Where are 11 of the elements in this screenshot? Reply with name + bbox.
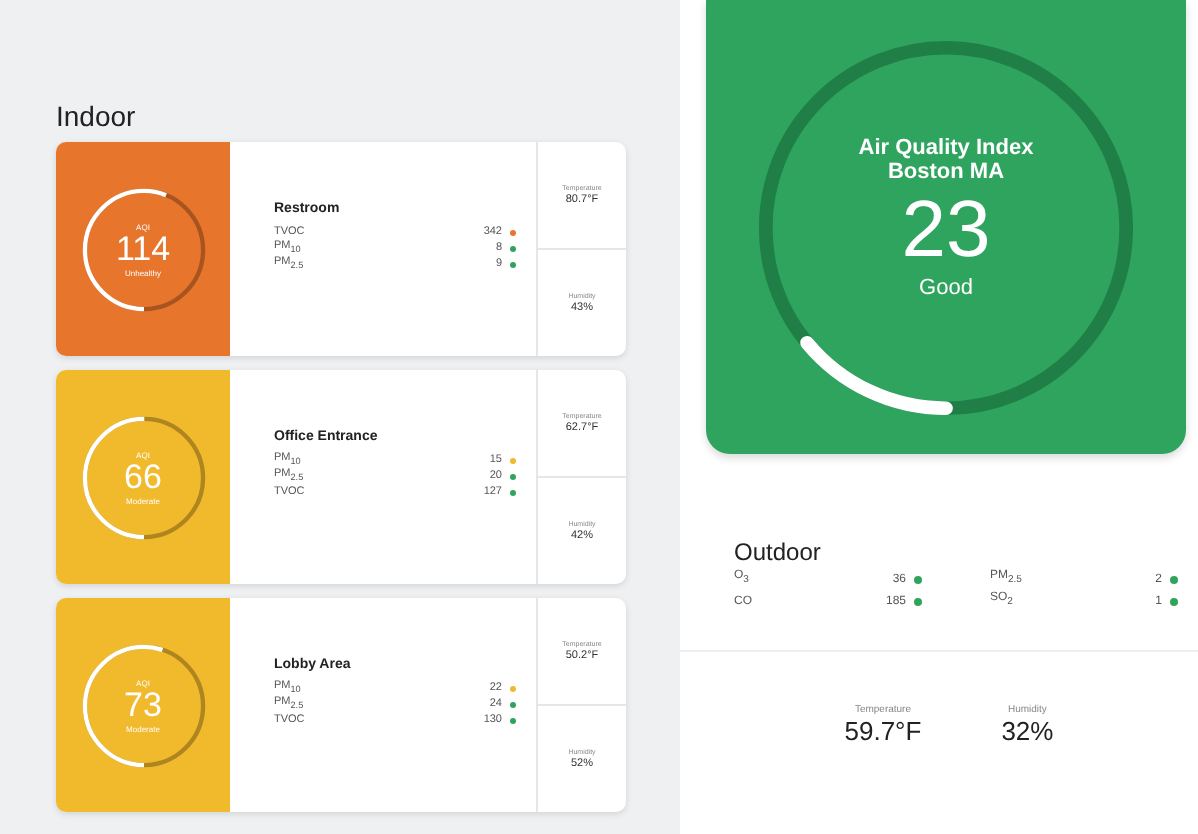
humidity-value: 32% bbox=[1001, 716, 1054, 746]
aqi-value: 73 bbox=[124, 687, 162, 723]
section-title: Indoor bbox=[56, 100, 138, 132]
temperature-value: 59.7°F bbox=[844, 716, 922, 746]
aqi-value: 66 bbox=[124, 459, 162, 495]
aqi-value: 114 bbox=[115, 231, 171, 267]
section-title: Outdoor bbox=[734, 538, 823, 566]
aqi-status: Good bbox=[919, 275, 973, 299]
card-title: Air Quality Index bbox=[858, 135, 1034, 159]
location-label: Boston MA bbox=[887, 159, 1005, 183]
aqi-value: 23 bbox=[901, 183, 991, 275]
